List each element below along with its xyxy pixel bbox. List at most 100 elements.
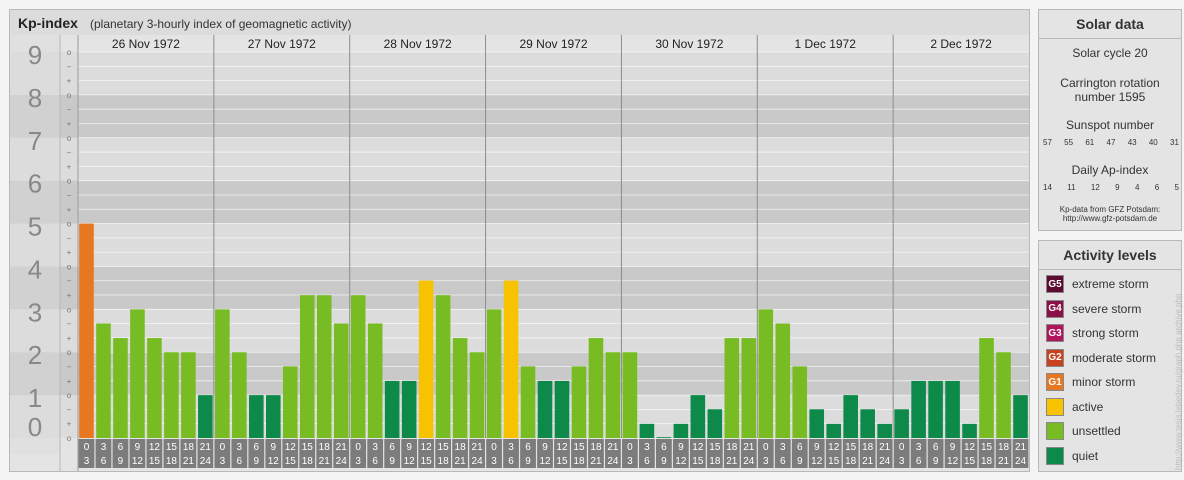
y-minor-tick-label: + xyxy=(67,291,72,300)
kp-bar xyxy=(147,338,162,438)
carrington-number: number 1595 xyxy=(1074,90,1146,104)
interval-end: 21 xyxy=(590,456,602,467)
kp-bar xyxy=(333,323,349,438)
kp-bar xyxy=(350,295,366,438)
interval-end: 21 xyxy=(726,456,738,467)
chart-subtitle: (planetary 3-hourly index of geomagnetic… xyxy=(90,17,352,31)
day-label: 29 Nov 1972 xyxy=(519,37,587,51)
kp-bar xyxy=(198,395,213,438)
ap-value: 5 xyxy=(1174,183,1179,192)
day-label: 2 Dec 1972 xyxy=(930,37,992,51)
interval-start: 9 xyxy=(406,442,412,453)
interval-end: 6 xyxy=(372,456,378,467)
kp-bar xyxy=(316,295,332,438)
kp-bar xyxy=(911,380,926,438)
y-minor-tick-label: − xyxy=(67,363,72,372)
interval-end: 3 xyxy=(355,456,361,467)
interval-start: 9 xyxy=(135,442,141,453)
interval-end: 18 xyxy=(302,456,314,467)
kp-bar xyxy=(809,409,825,438)
interval-start: 0 xyxy=(355,442,361,453)
legend-label: active xyxy=(1072,399,1104,414)
interval-start: 12 xyxy=(421,442,433,453)
interval-end: 18 xyxy=(981,456,993,467)
kp-bar xyxy=(164,352,179,438)
y-minor-tick-label: o xyxy=(67,305,72,314)
legend-item: unsettled xyxy=(1046,421,1121,441)
interval-end: 21 xyxy=(183,456,195,467)
kp-bar xyxy=(435,295,451,438)
carrington-label: Carrington rotation xyxy=(1060,76,1160,90)
interval-start: 3 xyxy=(916,442,922,453)
y-band xyxy=(10,137,1029,181)
y-tick-label: 8 xyxy=(28,83,42,113)
sunspot-value: 40 xyxy=(1148,138,1158,147)
interval-start: 6 xyxy=(389,442,395,453)
y-band xyxy=(10,309,1029,353)
kp-bar xyxy=(79,223,94,438)
legend-item: active xyxy=(1046,397,1103,417)
interval-end: 6 xyxy=(780,456,786,467)
legend-label: minor storm xyxy=(1072,375,1136,389)
interval-start: 18 xyxy=(726,442,738,453)
legend-swatch xyxy=(1046,397,1064,416)
kp-bar xyxy=(96,323,111,438)
interval-start: 18 xyxy=(455,442,467,453)
y-minor-tick-label: o xyxy=(67,91,72,100)
kp-bar xyxy=(639,423,655,438)
kp-bar xyxy=(486,309,502,438)
legend-label: severe storm xyxy=(1072,301,1142,316)
sunspot-values: 57 55 61 47 43 40 31 xyxy=(1043,138,1179,147)
interval-start: 3 xyxy=(372,442,378,453)
legend-label: moderate storm xyxy=(1072,350,1157,365)
day-label: 26 Nov 1972 xyxy=(112,37,180,51)
ap-value: 14 xyxy=(1043,183,1052,192)
chart-title: Kp-index xyxy=(18,15,78,31)
y-tick-label: 3 xyxy=(28,297,42,327)
interval-start: 0 xyxy=(627,442,633,453)
interval-end: 3 xyxy=(84,456,90,467)
interval-end: 24 xyxy=(200,456,212,467)
kp-bar xyxy=(588,338,604,438)
kp-bar xyxy=(215,309,230,438)
interval-start: 15 xyxy=(438,442,450,453)
kp-bar xyxy=(741,338,757,438)
y-minor-tick-label: − xyxy=(67,148,72,157)
solar-data-panel: Solar data Solar cycle 20 Carrington rot… xyxy=(1038,9,1182,231)
chart-header: Kp-index (planetary 3-hourly index of ge… xyxy=(9,9,1030,35)
ap-title: Daily Ap-index xyxy=(1071,163,1149,177)
interval-end: 15 xyxy=(556,456,568,467)
watermark: http://www.tesis.lebedev.ru/graph.php ar… xyxy=(1174,293,1183,470)
kp-bar xyxy=(554,380,570,438)
day-label: 28 Nov 1972 xyxy=(384,37,452,51)
y-minor-tick-label: + xyxy=(67,77,72,86)
interval-end: 24 xyxy=(607,456,619,467)
interval-start: 9 xyxy=(678,442,684,453)
y-minor-tick-label: o xyxy=(67,220,72,229)
interval-start: 3 xyxy=(644,442,650,453)
y-band xyxy=(10,395,1029,438)
sunspot-title: Sunspot number xyxy=(1065,118,1155,132)
sunspot-value: 61 xyxy=(1085,138,1095,147)
kp-bar xyxy=(775,323,791,438)
interval-start: 15 xyxy=(573,442,585,453)
y-minor-tick-label: − xyxy=(67,191,72,200)
activity-levels-panel: Activity levels G5 extreme storm G4 severe … xyxy=(1038,240,1182,472)
interval-end: 18 xyxy=(166,456,178,467)
interval-start: 9 xyxy=(814,442,820,453)
interval-end: 24 xyxy=(336,456,348,467)
kp-bar xyxy=(113,338,128,438)
interval-start: 6 xyxy=(118,442,124,453)
legend-swatch: G2 xyxy=(1046,348,1064,367)
interval-end: 21 xyxy=(998,456,1010,467)
y-band xyxy=(10,52,1029,95)
y-minor-tick-label: o xyxy=(67,134,72,143)
y-minor-tick-label: o xyxy=(67,391,72,400)
interval-end: 12 xyxy=(539,456,551,467)
solar-data-title: Solar data xyxy=(1076,16,1144,32)
day-label: 30 Nov 1972 xyxy=(655,37,723,51)
kp-bar xyxy=(571,366,587,438)
interval-start: 0 xyxy=(220,442,226,453)
kp-bar xyxy=(452,338,468,438)
kp-bar xyxy=(962,423,977,438)
